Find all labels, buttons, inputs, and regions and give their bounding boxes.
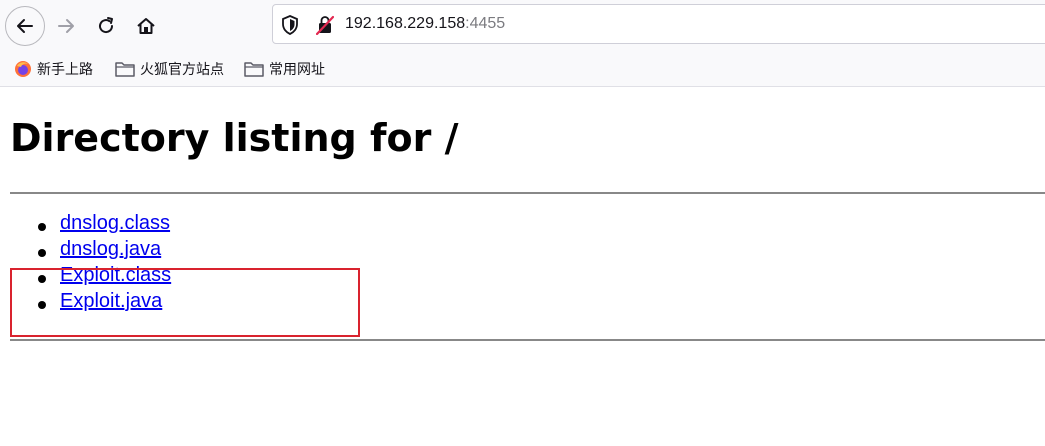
forward-button[interactable] bbox=[48, 8, 84, 44]
file-link-dnslog-class[interactable]: dnslog.class bbox=[60, 212, 170, 235]
url-port: :4455 bbox=[465, 15, 506, 32]
arrow-left-icon bbox=[17, 19, 33, 33]
divider-top bbox=[10, 192, 1045, 194]
browser-toolbar: 192.168.229.158:4455 bbox=[0, 0, 1045, 52]
back-button[interactable] bbox=[5, 6, 45, 46]
bullet bbox=[38, 249, 46, 257]
reload-icon bbox=[99, 17, 114, 34]
bookmark-folder-common-sites[interactable]: 常用网址 bbox=[244, 59, 325, 79]
address-bar[interactable]: 192.168.229.158:4455 bbox=[272, 4, 1045, 44]
reload-button[interactable] bbox=[88, 8, 124, 44]
folder-icon bbox=[115, 62, 135, 77]
divider-bottom bbox=[10, 339, 1045, 341]
insecure-lock-icon[interactable] bbox=[316, 15, 334, 35]
shield-icon[interactable] bbox=[281, 15, 299, 35]
file-link-dnslog-java[interactable]: dnslog.java bbox=[60, 238, 161, 261]
url-text[interactable]: 192.168.229.158:4455 bbox=[345, 15, 505, 33]
home-button[interactable] bbox=[128, 8, 164, 44]
page-title: Directory listing for / bbox=[10, 116, 459, 160]
home-icon bbox=[137, 18, 155, 34]
url-host: 192.168.229.158 bbox=[345, 15, 466, 32]
bookmark-getting-started[interactable]: 新手上路 bbox=[14, 59, 93, 79]
arrow-right-icon bbox=[58, 19, 74, 33]
annotation-highlight-box bbox=[10, 268, 360, 337]
folder-icon bbox=[244, 62, 264, 77]
bookmark-label: 常用网址 bbox=[269, 62, 325, 78]
bullet bbox=[38, 223, 46, 231]
bookmark-label: 新手上路 bbox=[37, 62, 93, 78]
firefox-icon bbox=[15, 61, 31, 77]
bookmarks-toolbar: 新手上路 火狐官方站点 常用网址 bbox=[0, 52, 1045, 87]
bookmark-label: 火狐官方站点 bbox=[140, 62, 224, 78]
bookmark-folder-firefox-site[interactable]: 火狐官方站点 bbox=[115, 59, 224, 79]
